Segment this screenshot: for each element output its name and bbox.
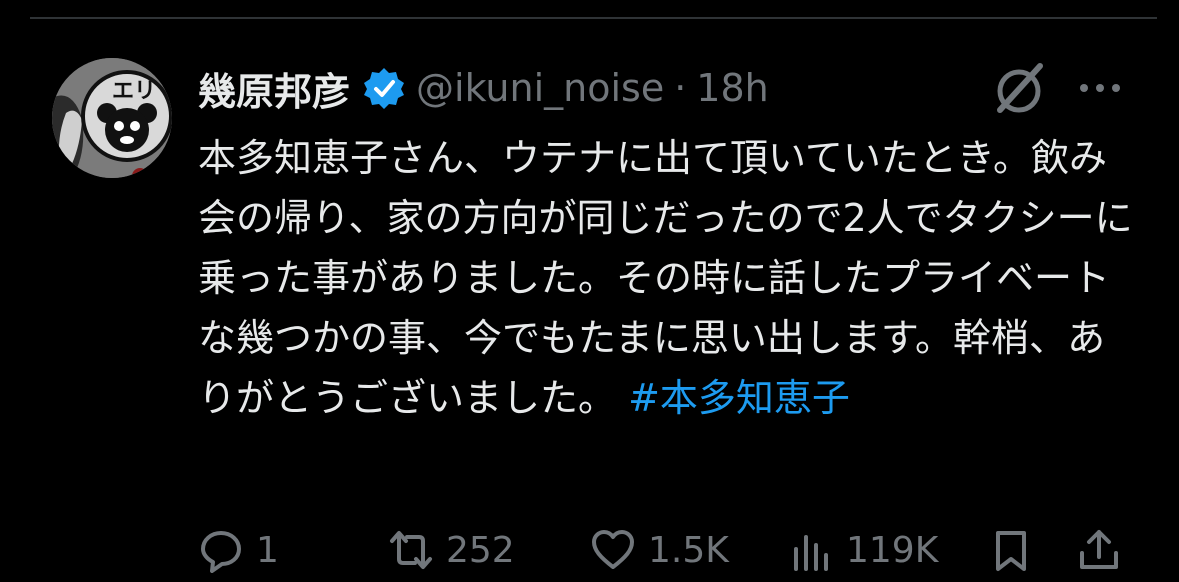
separator-dot: · xyxy=(674,66,687,110)
share-icon xyxy=(1080,530,1118,569)
views-count: 119K xyxy=(846,529,939,571)
action-bar: 1 252 1.5K 119K xyxy=(198,522,1138,582)
views-button[interactable]: 119K xyxy=(788,522,938,578)
reply-count: 1 xyxy=(256,529,279,571)
bookmark-icon xyxy=(996,531,1026,571)
svg-text:エリ: エリ xyxy=(112,79,156,104)
repost-button[interactable]: 252 xyxy=(388,522,515,578)
heart-icon xyxy=(592,530,634,569)
like-button[interactable]: 1.5K xyxy=(590,522,729,578)
grok-icon[interactable] xyxy=(990,60,1048,118)
tweet-header: 幾原邦彦 @ikuni_noise · 18h xyxy=(198,58,769,118)
tweet-text: 本多知恵子さん、ウテナに出て頂いていたとき。飲み会の帰り、家の方向が同じだったの… xyxy=(198,128,1138,428)
timestamp[interactable]: 18h xyxy=(696,66,768,110)
bookmark-button[interactable] xyxy=(988,522,1034,578)
avatar[interactable]: エリ xyxy=(52,58,172,178)
views-icon xyxy=(794,535,828,571)
share-button[interactable] xyxy=(1076,522,1122,578)
bear-badge-avatar-icon: エリ xyxy=(52,58,172,178)
top-divider xyxy=(30,17,1157,19)
display-name[interactable]: 幾原邦彦 xyxy=(198,61,350,116)
reply-icon xyxy=(201,531,241,573)
hashtag-link[interactable]: #本多知恵子 xyxy=(628,376,850,420)
like-count: 1.5K xyxy=(648,529,729,571)
more-icon[interactable] xyxy=(1075,68,1125,108)
repost-count: 252 xyxy=(446,529,515,571)
repost-icon xyxy=(390,531,432,569)
user-handle[interactable]: @ikuni_noise xyxy=(416,66,664,110)
verified-badge-icon xyxy=(364,68,405,109)
reply-button[interactable]: 1 xyxy=(198,522,279,578)
